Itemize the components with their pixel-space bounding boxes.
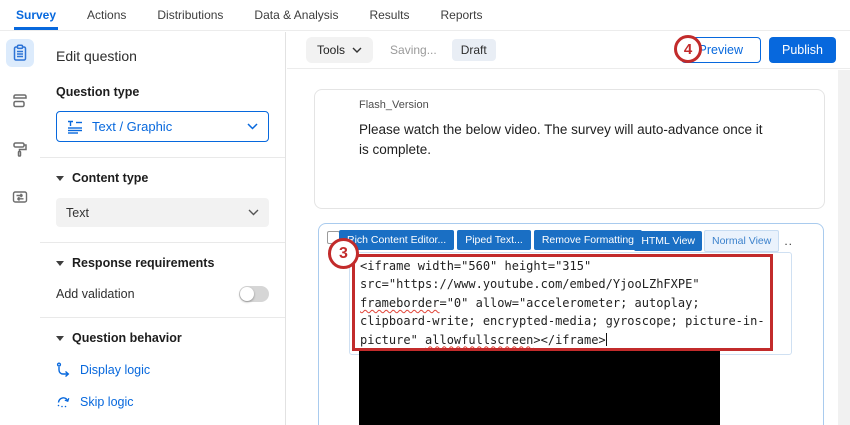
saving-status: Saving... — [390, 43, 437, 57]
question-card[interactable]: Flash_Version Please watch the below vid… — [314, 89, 825, 209]
look-and-feel-icon[interactable] — [6, 135, 34, 163]
panel-divider — [40, 157, 285, 158]
focused-question-card[interactable]: Rich Content Editor... Piped Text... Rem… — [318, 223, 824, 425]
add-validation-row: Add validation — [56, 286, 269, 302]
chevron-down-icon — [247, 123, 258, 130]
chevron-down-icon — [248, 209, 259, 216]
collapse-triangle-icon — [56, 260, 64, 266]
add-validation-toggle[interactable] — [239, 286, 269, 302]
panel-title: Edit question — [56, 48, 137, 64]
question-behavior-header-label: Question behavior — [72, 331, 182, 345]
embedded-video-placeholder[interactable] — [359, 350, 720, 425]
nav-tab-distributions[interactable]: Distributions — [155, 0, 225, 30]
html-view-button[interactable]: HTML View — [634, 231, 702, 251]
normal-view-button[interactable]: Normal View — [704, 230, 780, 252]
skip-logic-link[interactable]: Skip logic — [56, 394, 269, 409]
panel-divider — [40, 317, 285, 318]
edit-question-panel: Edit question Question type Text / Graph… — [40, 32, 286, 425]
annotation-step-3: 3 — [328, 238, 359, 269]
display-logic-icon — [56, 362, 70, 377]
survey-flow-icon[interactable] — [6, 87, 34, 115]
question-text[interactable]: Please watch the below video. The survey… — [359, 120, 767, 161]
panel-divider — [40, 242, 285, 243]
question-type-value: Text / Graphic — [92, 119, 173, 134]
toggle-knob — [240, 287, 254, 301]
tools-label: Tools — [317, 43, 346, 57]
nav-tab-actions[interactable]: Actions — [85, 0, 128, 30]
collapse-triangle-icon — [56, 175, 64, 181]
question-type-label: Question type — [56, 85, 140, 99]
question-name-label: Flash_Version — [359, 99, 429, 111]
draft-badge: Draft — [451, 39, 496, 61]
display-logic-label: Display logic — [80, 362, 151, 377]
left-icon-rail — [0, 32, 40, 425]
remove-formatting-button[interactable]: Remove Formatting — [533, 230, 643, 250]
content-type-select[interactable]: Text — [56, 198, 269, 227]
nav-tab-data-analysis[interactable]: Data & Analysis — [252, 0, 340, 30]
overflow-dots[interactable]: .. — [784, 234, 793, 248]
survey-builder-icon[interactable] — [6, 39, 34, 67]
text-graphic-icon — [68, 120, 82, 134]
editor-toolbar: Rich Content Editor... Piped Text... Rem… — [339, 230, 643, 250]
top-nav: Survey Actions Distributions Data & Anal… — [0, 0, 850, 31]
content-type-section-header[interactable]: Content type — [56, 171, 269, 185]
skip-logic-icon — [57, 397, 70, 408]
collapse-triangle-icon — [56, 335, 64, 341]
survey-toolbar: Tools Saving... Draft Preview Publish — [287, 32, 850, 69]
response-requirements-header-label: Response requirements — [72, 256, 215, 270]
question-behavior-section-header[interactable]: Question behavior — [56, 331, 269, 345]
survey-editor-screen: Survey Actions Distributions Data & Anal… — [0, 0, 850, 425]
content-type-header-label: Content type — [72, 171, 149, 185]
response-requirements-section-header[interactable]: Response requirements — [56, 256, 269, 270]
view-toggle-group: HTML View Normal View .. — [634, 230, 793, 252]
piped-text-button[interactable]: Piped Text... — [457, 230, 531, 250]
nav-tab-reports[interactable]: Reports — [438, 0, 484, 30]
skip-logic-label: Skip logic — [80, 394, 134, 409]
nav-tab-results[interactable]: Results — [367, 0, 411, 30]
question-type-select[interactable]: Text / Graphic — [56, 111, 269, 142]
main-content: Tools Saving... Draft Preview Publish Fl… — [287, 32, 850, 425]
display-logic-link[interactable]: Display logic — [56, 362, 269, 377]
annotation-step-4: 4 — [674, 35, 702, 63]
nav-tab-survey[interactable]: Survey — [14, 0, 59, 30]
html-code[interactable]: <iframe width="560" height="315" src="htt… — [360, 257, 772, 349]
add-validation-label: Add validation — [56, 287, 135, 301]
tools-button[interactable]: Tools — [306, 37, 374, 63]
content-type-value: Text — [66, 205, 89, 220]
chevron-down-icon — [352, 47, 362, 53]
text-caret — [605, 332, 607, 346]
survey-options-icon[interactable] — [6, 183, 34, 211]
publish-button[interactable]: Publish — [769, 37, 836, 63]
scrollbar-track[interactable] — [838, 70, 850, 425]
